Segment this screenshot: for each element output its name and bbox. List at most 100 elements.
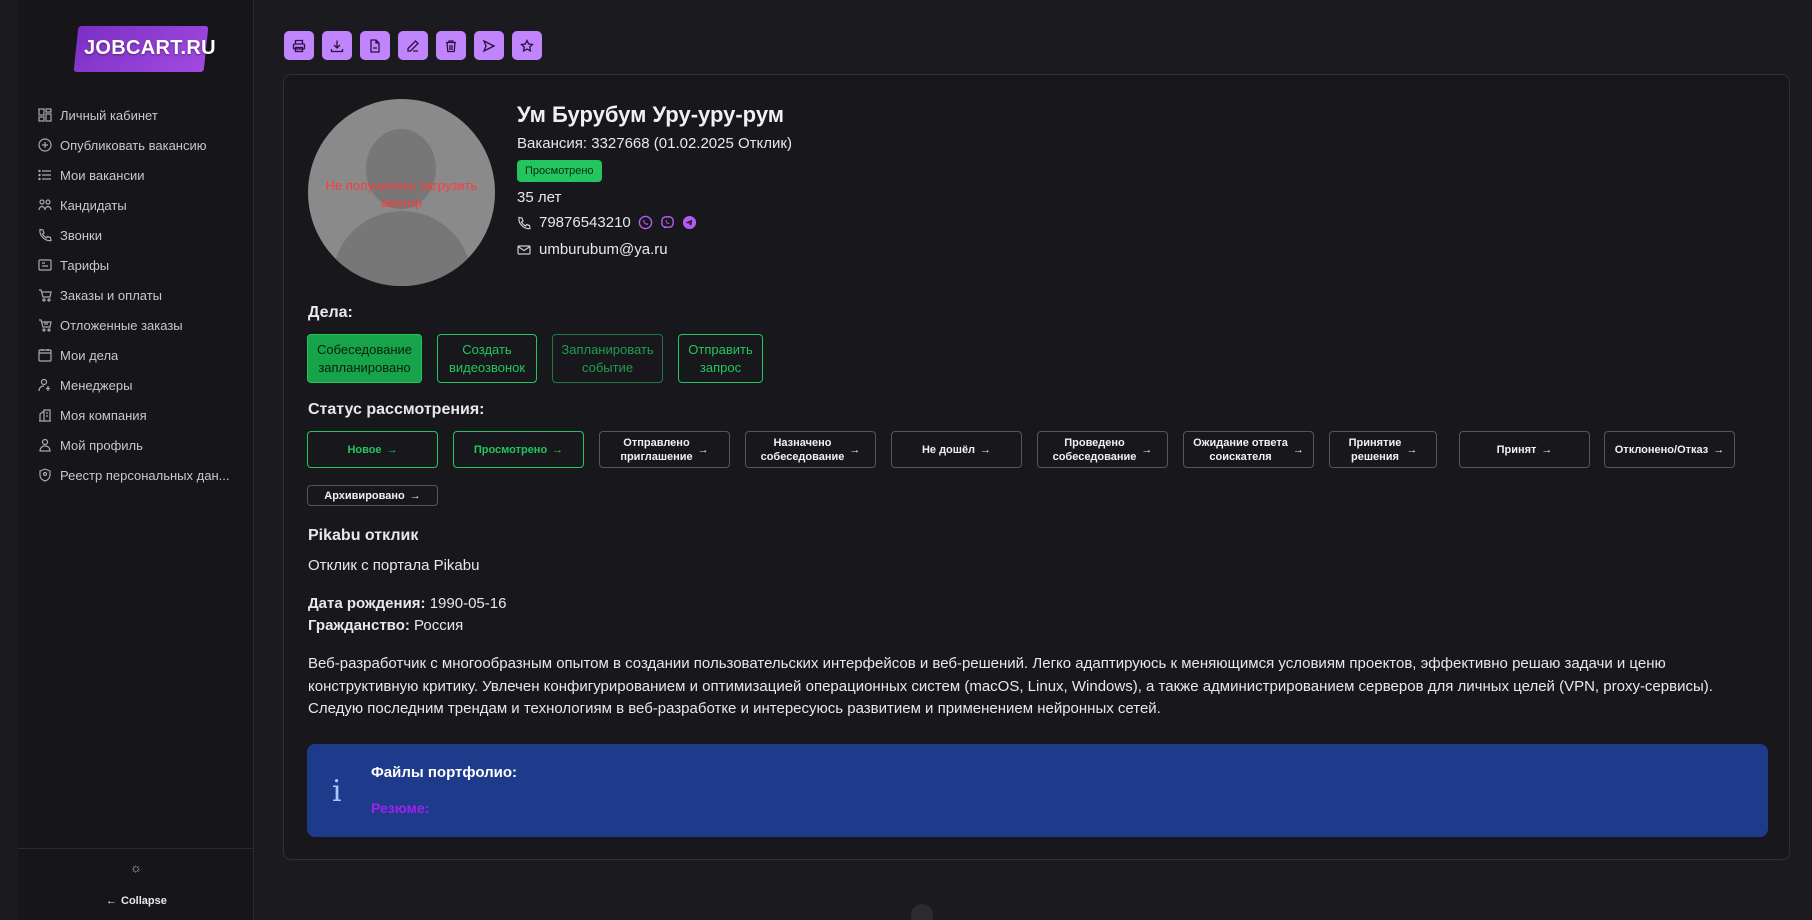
source-title: Pikabu отклик [308,527,419,544]
avatar: Не получилось загрузить аватар [308,99,495,286]
sidebar-item-label: Моя компания [60,407,147,423]
candidate-card: Не получилось загрузить аватар Ум Бурубу… [283,74,1790,860]
status-rejected-button[interactable]: Отклонено/Отказ → [1604,431,1735,468]
status-label-line2: приглашение [620,450,693,463]
deferred-cart-icon [38,318,52,332]
sidebar-item-calls[interactable]: Звонки [38,220,248,250]
download-button[interactable] [322,31,352,60]
mail-icon [517,243,531,257]
vacancy-info: Вакансия: 3327668 (01.02.2025 Отклик) [517,135,792,152]
toolbar [284,31,542,60]
create-videocall-button[interactable]: Создать видеозвонок [437,334,537,383]
sidebar-item-my-profile[interactable]: Мой профиль [38,430,248,460]
citizenship-value: Россия [414,617,464,634]
sidebar-item-publish-vacancy[interactable]: Опубликовать вакансию [38,130,248,160]
status-interview-held-button[interactable]: Проведено собеседование → [1037,431,1168,468]
sidebar-item-personal-data-registry[interactable]: Реестр персональных дан... [38,460,248,490]
arrow-right-icon: → [552,443,564,456]
favorite-button[interactable] [512,31,542,60]
deal-label-line2: запланировано [318,359,411,375]
edit-icon [407,39,419,52]
sidebar-nav: Личный кабинет Опубликовать вакансию Мои… [38,100,248,490]
send-icon [482,39,496,52]
email-row: umburubum@ya.ru [517,241,668,258]
birth-date-label: Дата рождения: [308,595,426,612]
email-address[interactable]: umburubum@ya.ru [539,241,668,258]
sidebar-item-dashboard[interactable]: Личный кабинет [38,100,248,130]
print-icon [292,39,306,52]
deal-label-line1: Создать [462,341,512,357]
status-interview-scheduled-button[interactable]: Назначено собеседование → [745,431,876,468]
status-label-line2: соискателя [1209,450,1272,463]
sidebar-item-my-company[interactable]: Моя компания [38,400,248,430]
candidate-age: 35 лет [517,189,562,206]
sidebar: JOBCART.RU Личный кабинет Опубликовать в… [18,0,254,920]
sidebar-item-label: Мой профиль [60,437,143,453]
send-request-button[interactable]: Отправить запрос [678,334,763,383]
schedule-event-button[interactable]: Запланировать событие [552,334,663,383]
phone-icon [517,216,531,230]
arrow-right-icon: → [386,443,398,456]
status-accepted-button[interactable]: Принят → [1459,431,1590,468]
arrow-right-icon: → [1292,443,1304,456]
status-label-line2: собеседование [760,450,845,463]
candidate-name: Ум Бурубум Уру-уру-рум [517,102,785,127]
status-label-line2: решения [1351,450,1399,463]
arrow-right-icon: → [697,443,709,456]
avatar-error-text: Не получилось загрузить аватар [325,178,478,210]
sidebar-item-label: Личный кабинет [60,107,158,123]
managers-icon [38,378,52,392]
arrow-right-icon: → [1141,443,1153,456]
send-button[interactable] [474,31,504,60]
phone-icon [38,228,52,242]
deal-label-line1: Запланировать [561,341,654,357]
sidebar-footer: ☼ ← Collapse [18,848,254,920]
status-title: Статус рассмотрения: [308,401,485,418]
building-icon [38,408,52,422]
info-icon: i [332,774,342,809]
sidebar-item-tariffs[interactable]: Тарифы [38,250,248,280]
status-decision-making-button[interactable]: Принятие решения → [1329,431,1437,468]
status-label-line1: Просмотрено [473,443,548,456]
status-new-button[interactable]: Новое → [307,431,438,468]
sidebar-item-orders[interactable]: Заказы и оплаты [38,280,248,310]
sidebar-item-candidates[interactable]: Кандидаты [38,190,248,220]
status-label-line1: Архивировано [324,489,405,502]
sidebar-item-deferred-orders[interactable]: Отложенные заказы [38,310,248,340]
deals-title: Дела: [308,304,353,321]
sidebar-item-my-vacancies[interactable]: Мои вакансии [38,160,248,190]
status-invitation-sent-button[interactable]: Отправлено приглашение → [599,431,730,468]
interview-scheduled-button[interactable]: Собеседование запланировано [307,334,422,383]
file-button[interactable] [360,31,390,60]
sidebar-item-label: Реестр персональных дан... [60,467,230,483]
telegram-icon[interactable] [682,215,697,230]
status-archived-button[interactable]: Архивировано → [307,485,438,506]
portfolio-title: Файлы портфолио: [371,764,518,781]
sidebar-item-label: Опубликовать вакансию [60,137,207,153]
sidebar-item-managers[interactable]: Менеджеры [38,370,248,400]
citizenship-row: Гражданство: Россия [308,617,463,634]
source-text: Отклик с портала Pikabu [308,557,480,574]
status-awaiting-applicant-button[interactable]: Ожидание ответа соискателя → [1183,431,1314,468]
whatsapp-icon[interactable] [638,215,653,230]
arrow-right-icon: → [1406,443,1418,456]
status-label-line1: Не дошёл [921,443,976,456]
edit-button[interactable] [398,31,428,60]
viber-icon[interactable] [660,215,675,230]
delete-button[interactable] [436,31,466,60]
arrow-left-icon: ← [106,895,117,907]
deal-label-line2: видеозвонок [448,359,526,375]
sun-icon[interactable]: ☼ [129,861,143,875]
sidebar-item-my-tasks[interactable]: Мои дела [38,340,248,370]
collapse-button[interactable]: ← Collapse [106,895,167,907]
print-button[interactable] [284,31,314,60]
arrow-right-icon: → [1713,443,1725,456]
status-viewed-button[interactable]: Просмотрено → [453,431,584,468]
status-no-show-button[interactable]: Не дошёл → [891,431,1022,468]
logo-text: JOBCART.RU [84,37,216,59]
logo[interactable]: JOBCART.RU [66,22,226,76]
phone-number[interactable]: 79876543210 [539,214,631,231]
arrow-right-icon: → [1541,443,1553,456]
arrow-right-icon: → [409,489,421,502]
resume-link[interactable]: Резюме: [371,800,429,816]
